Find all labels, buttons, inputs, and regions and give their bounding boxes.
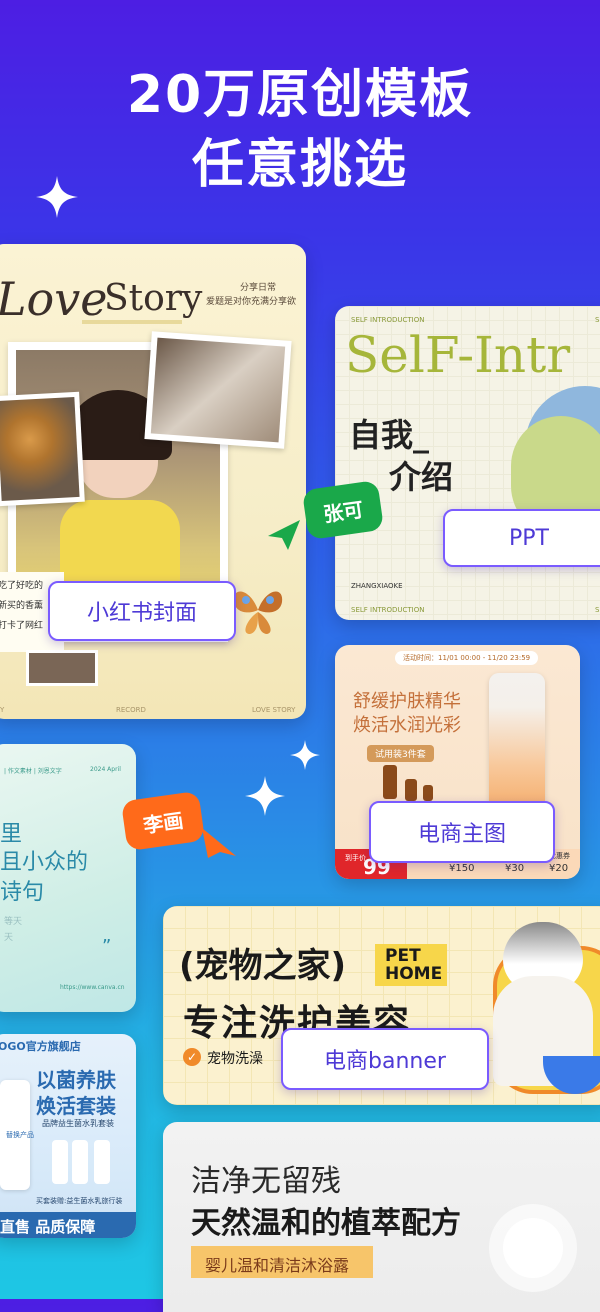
coupon-1: ¥150 <box>449 863 475 874</box>
mini-bottle-2 <box>405 779 417 801</box>
checkmark-icon: ✓ <box>183 1048 201 1066</box>
tag-xiaohongshu-cover[interactable]: 小红书封面 <box>48 581 236 641</box>
store-name: OGO官方旗舰店 <box>0 1040 81 1053</box>
ppt-top-right: S <box>595 316 600 324</box>
pet-title: (宠物之家) <box>179 946 347 986</box>
baby-product: 婴儿温和清洁沐浴露 <box>205 1256 350 1275</box>
ecom-line-1: 舒缓护肤精华 <box>353 691 461 712</box>
ppt-big-title: SelF-Intr <box>345 326 571 384</box>
skincare-sub: 品牌益生菌水乳套装 <box>42 1119 114 1128</box>
tag-ecommerce-banner[interactable]: 电商banner <box>281 1028 489 1090</box>
baby-line-1: 洁净无留残 <box>191 1164 341 1199</box>
butterfly-icon <box>233 591 283 634</box>
coupon-3: ¥20 <box>549 863 569 874</box>
pet-feature: 宠物洗澡 <box>207 1051 263 1067</box>
sparkle-icon <box>245 776 285 816</box>
title-underline <box>82 320 182 324</box>
room-photo-frame <box>144 331 292 449</box>
product-tube-2 <box>72 1140 88 1184</box>
poem-faint-1: 等天 <box>4 917 23 927</box>
story-title: Story <box>104 278 203 319</box>
footer-left: Y <box>0 706 5 714</box>
ppt-bottom-right: S <box>595 606 600 614</box>
buy-note: 买套装赠:益生菌水乳旅行装 <box>36 1197 123 1205</box>
pet-en-line-1: PET <box>385 946 421 966</box>
template-card-xiaohongshu[interactable]: Love Story 分享日常 爱题是对你充满分享欲 吃了好吃的 新买的香薰 打… <box>0 244 306 719</box>
template-card-poem[interactable]: | 作文素材 | 刘恩文字 2024 April 里 且小众的 诗句 等天 天 … <box>0 744 136 1012</box>
flower-shape <box>503 1218 563 1278</box>
skincare-bottom-text: 直售 品质保障 <box>0 1218 96 1236</box>
food-photo-frame <box>0 391 85 507</box>
ppt-top-left: SELF INTRODUCTION <box>351 316 425 324</box>
activity-time: 活动时间：11/01 00:00 - 11/20 23:59 <box>395 651 539 665</box>
baby-line-2: 天然温和的植萃配方 <box>191 1206 461 1241</box>
ppt-cn-line-1: 自我_ <box>349 416 430 454</box>
coupon-2: ¥30 <box>505 863 525 874</box>
mini-bottle-1 <box>383 765 397 799</box>
footer-mid: RECORD <box>116 706 146 714</box>
product-tube-1 <box>52 1140 68 1184</box>
mini-bottle-3 <box>423 785 433 801</box>
love-script-title: Love <box>0 272 108 326</box>
side-note-2: 爱题是对你充满分享欲 <box>206 297 297 307</box>
poem-header: | 作文素材 | 刘恩文字 <box>4 768 62 775</box>
footer-right: LOVE STORY <box>252 706 296 714</box>
room-photo <box>150 337 286 443</box>
side-note-1: 分享日常 <box>240 283 277 293</box>
headline-line-2: 任意挑选 <box>191 135 408 195</box>
food-photo <box>0 397 80 501</box>
cursor-arrow-icon <box>268 520 300 550</box>
trial-pack-badge: 试用装3件套 <box>367 745 434 762</box>
collaborator-bubble-green: 张可 <box>301 479 385 541</box>
mini-label: 替换产品 <box>6 1131 34 1139</box>
poem-year: 2024 April <box>90 766 121 773</box>
sparkle-icon <box>290 740 320 770</box>
skincare-line-1: 以菌养肤 <box>36 1068 116 1092</box>
ppt-bottom-left: SELF INTRODUCTION <box>351 606 425 614</box>
template-card-skincare[interactable]: OGO官方旗舰店 以菌养肤 焕活套装 品牌益生菌水乳套装 替换产品 买套装赠:益… <box>0 1034 136 1238</box>
poem-line-3: 诗句 <box>0 880 45 905</box>
small-photo <box>26 650 98 686</box>
template-card-baby-wash[interactable]: 洁净无留残 天然温和的植萃配方 婴儿温和清洁沐浴露 <box>163 1122 600 1312</box>
poem-line-2: 且小众的 <box>0 850 89 875</box>
ppt-cn-line-2: 介绍 <box>389 458 454 496</box>
quote-mark: ” <box>102 936 112 957</box>
cursor-arrow-icon <box>202 828 236 858</box>
headline-line-1: 20万原创模板 <box>126 65 474 125</box>
collaborator-bubble-orange: 李画 <box>120 790 206 852</box>
ecom-line-2: 焕活水润光彩 <box>353 715 461 736</box>
pet-en-line-2: HOME <box>385 964 443 984</box>
product-tube-3 <box>94 1140 110 1184</box>
ppt-name: ZHANGXIAOKE <box>351 582 403 590</box>
sparkle-icon <box>36 176 78 218</box>
tag-ecommerce-main[interactable]: 电商主图 <box>369 801 555 863</box>
skincare-line-2: 焕活套装 <box>36 1094 116 1118</box>
poem-faint-2: 天 <box>4 933 14 943</box>
template-card-ppt[interactable]: SELF INTRODUCTION S SelF-Intr 自我_ 介绍 ZHA… <box>335 306 600 620</box>
tag-ppt[interactable]: PPT <box>443 509 600 567</box>
poem-url: https://www.canva.cn <box>60 984 125 991</box>
